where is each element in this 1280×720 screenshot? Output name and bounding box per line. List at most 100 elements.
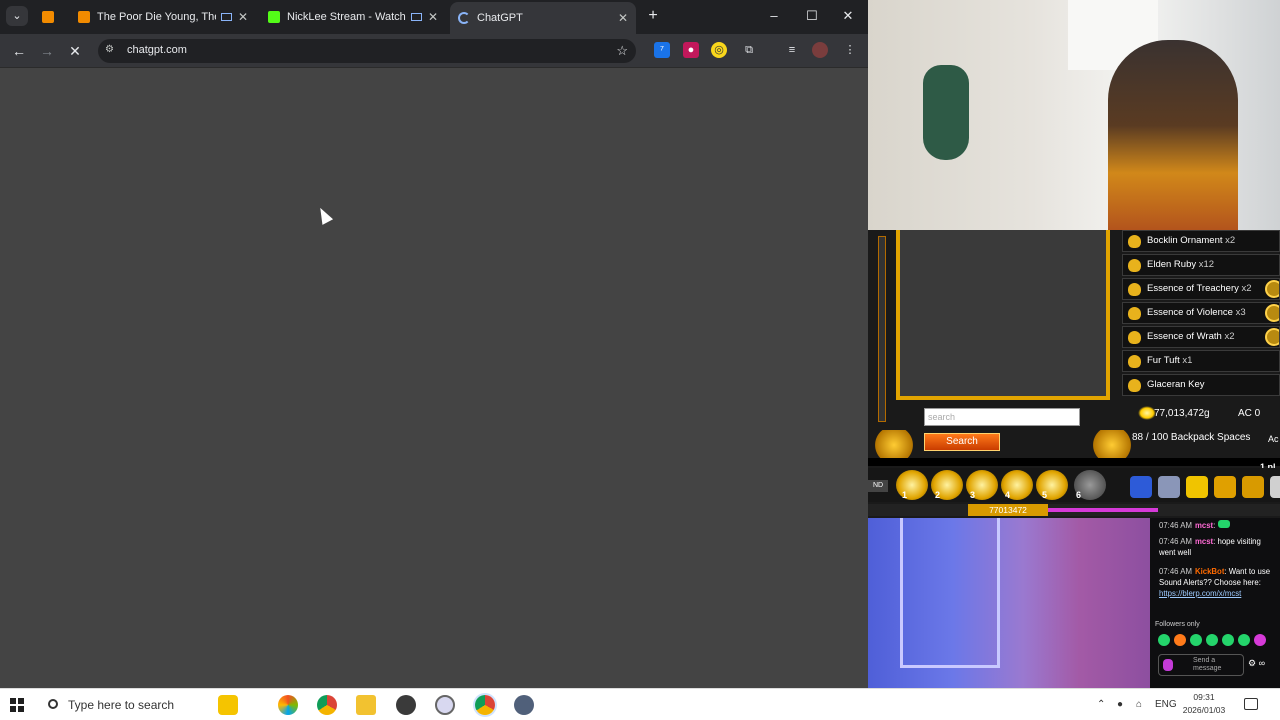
skill-hotbar: 1 2 3 4 5 6 <box>868 468 1280 502</box>
avatar <box>1163 659 1173 671</box>
emote-bar <box>1158 634 1278 648</box>
tab-close-icon[interactable]: ✕ <box>618 11 628 25</box>
gear-icon[interactable] <box>1158 476 1180 498</box>
inventory-item[interactable]: Fur Tuft x1 <box>1122 350 1280 372</box>
gold-bar-value: 77013472 <box>968 504 1048 516</box>
media-control-icon[interactable]: ≡ <box>784 42 800 58</box>
house-icon[interactable] <box>1242 476 1264 498</box>
inventory-item[interactable]: Essence of Wrath x2 <box>1122 326 1280 348</box>
menu-kebab-icon[interactable]: ⋮ <box>842 42 858 58</box>
rep-bar <box>1048 508 1158 512</box>
item-bag-icon <box>1128 355 1141 368</box>
maximize-button[interactable]: ☐ <box>800 6 824 26</box>
emote-icon[interactable] <box>1206 634 1218 646</box>
forward-arrow-icon[interactable]: → <box>36 40 58 62</box>
webcam-person <box>1108 40 1238 230</box>
emote-icon[interactable] <box>1254 634 1266 646</box>
tab-pinned[interactable] <box>34 4 64 30</box>
tab-search-button[interactable]: ⌄ <box>6 6 28 26</box>
copilot-icon[interactable] <box>278 695 298 715</box>
webcam-feed <box>868 0 1280 230</box>
inventory-item[interactable]: Elden Ruby x12 <box>1122 254 1280 276</box>
coin-icon <box>1265 328 1279 346</box>
hotbar-skill-1[interactable] <box>896 470 928 500</box>
item-bag-icon <box>1128 379 1141 392</box>
inventory-item[interactable]: Glaceran Key <box>1122 374 1280 396</box>
game-client-icon[interactable] <box>514 695 534 715</box>
back-arrow-icon[interactable]: ← <box>8 40 30 62</box>
taskbar-clock[interactable]: 09:31 2026/01/03 <box>1180 691 1228 717</box>
tab-close-icon[interactable]: ✕ <box>238 10 248 24</box>
inventory-item[interactable]: Essence of Violence x3 <box>1122 302 1280 324</box>
followers-only-notice: Followers only <box>1155 621 1200 628</box>
chrome-active-icon[interactable] <box>475 695 495 715</box>
network-icon[interactable]: ⌂ <box>1136 689 1142 720</box>
emote-icon[interactable] <box>1174 634 1186 646</box>
obs-icon[interactable] <box>396 695 416 715</box>
hotbar-skill-5[interactable] <box>1036 470 1068 500</box>
shield-icon[interactable] <box>1130 476 1152 498</box>
chat-message-input[interactable]: Send a message <box>1158 654 1244 676</box>
game-scrollbar[interactable] <box>878 236 886 422</box>
file-explorer-icon[interactable] <box>356 695 376 715</box>
tab-chatgpt[interactable]: ChatGPT ✕ <box>450 2 636 34</box>
chrome-icon[interactable] <box>317 695 337 715</box>
microphone-icon[interactable]: ● <box>1117 689 1123 720</box>
tab-close-icon[interactable]: ✕ <box>428 10 438 24</box>
chat-settings-icon[interactable]: ⚙ ∞ <box>1248 658 1265 669</box>
chat-message: 07:46 AM KickBot: Want to use Sound Alert… <box>1159 566 1277 599</box>
item-bag-icon <box>1128 235 1141 248</box>
site-info-icon[interactable]: ⚙ <box>105 44 117 56</box>
snipping-tool-icon[interactable] <box>435 695 455 715</box>
hotbar-number: 3 <box>970 490 976 500</box>
inventory-list: Bocklin Ornament x2 Elden Ruby x12 Essen… <box>1122 230 1280 396</box>
address-bar[interactable]: ⚙ chatgpt.com ☆ <box>98 39 636 63</box>
stop-loading-icon[interactable]: ✕ <box>64 40 86 62</box>
tray-overflow-chevron-icon[interactable]: ⌃ <box>1097 689 1105 720</box>
bookmark-star-icon[interactable]: ☆ <box>616 43 628 59</box>
extension-pink-icon[interactable]: ● <box>683 42 699 58</box>
new-tab-button[interactable]: + <box>644 6 662 26</box>
emote-icon[interactable] <box>1190 634 1202 646</box>
extensions-puzzle-icon[interactable]: ⧉ <box>741 42 757 58</box>
tab-poor-die-young[interactable]: The Poor Die Young, The Ri ✕ <box>70 4 256 30</box>
browser-toolbar: ← → ✕ ⚙ chatgpt.com ☆ ⁷ ● ◎ ⧉ ≡ ⋮ <box>0 34 868 68</box>
hotbar-number: 1 <box>902 490 908 500</box>
game-search-button[interactable]: Search <box>924 433 1000 451</box>
hotbar-number: 5 <box>1042 490 1048 500</box>
emote-icon[interactable] <box>1222 634 1234 646</box>
extension-yellow-icon[interactable]: ◎ <box>711 42 727 58</box>
extension-translate-icon[interactable]: ⁷ <box>654 42 670 58</box>
chat-link[interactable]: https://blerp.com/x/mcst <box>1159 588 1277 599</box>
inventory-item[interactable]: Essence of Treachery x2 <box>1122 278 1280 300</box>
loading-spinner-icon <box>458 12 470 24</box>
media-playing-icon <box>410 13 422 21</box>
game-search-input[interactable]: search <box>924 408 1080 426</box>
coin-icon <box>1265 280 1279 298</box>
menu-icon[interactable] <box>1270 476 1280 498</box>
tab-nicklee-stream[interactable]: NickLee Stream - Watch Liv ✕ <box>260 4 446 30</box>
browser-window: ⌄ The Poor Die Young, The Ri ✕ NickLee S… <box>0 0 868 688</box>
download-icon[interactable] <box>1214 476 1236 498</box>
nd-label: ND <box>868 480 888 492</box>
emote-icon[interactable] <box>1238 634 1250 646</box>
url-text[interactable]: chatgpt.com <box>127 44 187 56</box>
sparkle-widget-icon[interactable] <box>218 695 238 715</box>
search-icon <box>48 699 58 709</box>
quest-icon[interactable] <box>1186 476 1208 498</box>
gold-amount: 77,013,472g <box>1154 408 1210 419</box>
language-indicator[interactable]: ENG <box>1155 689 1177 720</box>
tab-title: NickLee Stream - Watch Liv <box>287 11 406 23</box>
windows-start-icon[interactable] <box>10 698 24 712</box>
youtube-favicon-icon <box>42 11 54 23</box>
close-window-button[interactable]: ✕ <box>836 6 860 26</box>
inventory-item[interactable]: Bocklin Ornament x2 <box>1122 230 1280 252</box>
notification-center-icon[interactable] <box>1244 698 1258 710</box>
emote-icon <box>1217 520 1230 528</box>
minimize-button[interactable]: – <box>762 6 786 26</box>
page-content-loading <box>0 68 868 688</box>
camera-window-frame <box>900 518 1000 668</box>
emote-icon[interactable] <box>1158 634 1170 646</box>
kick-favicon-icon <box>268 11 280 23</box>
profile-avatar[interactable] <box>812 42 828 58</box>
